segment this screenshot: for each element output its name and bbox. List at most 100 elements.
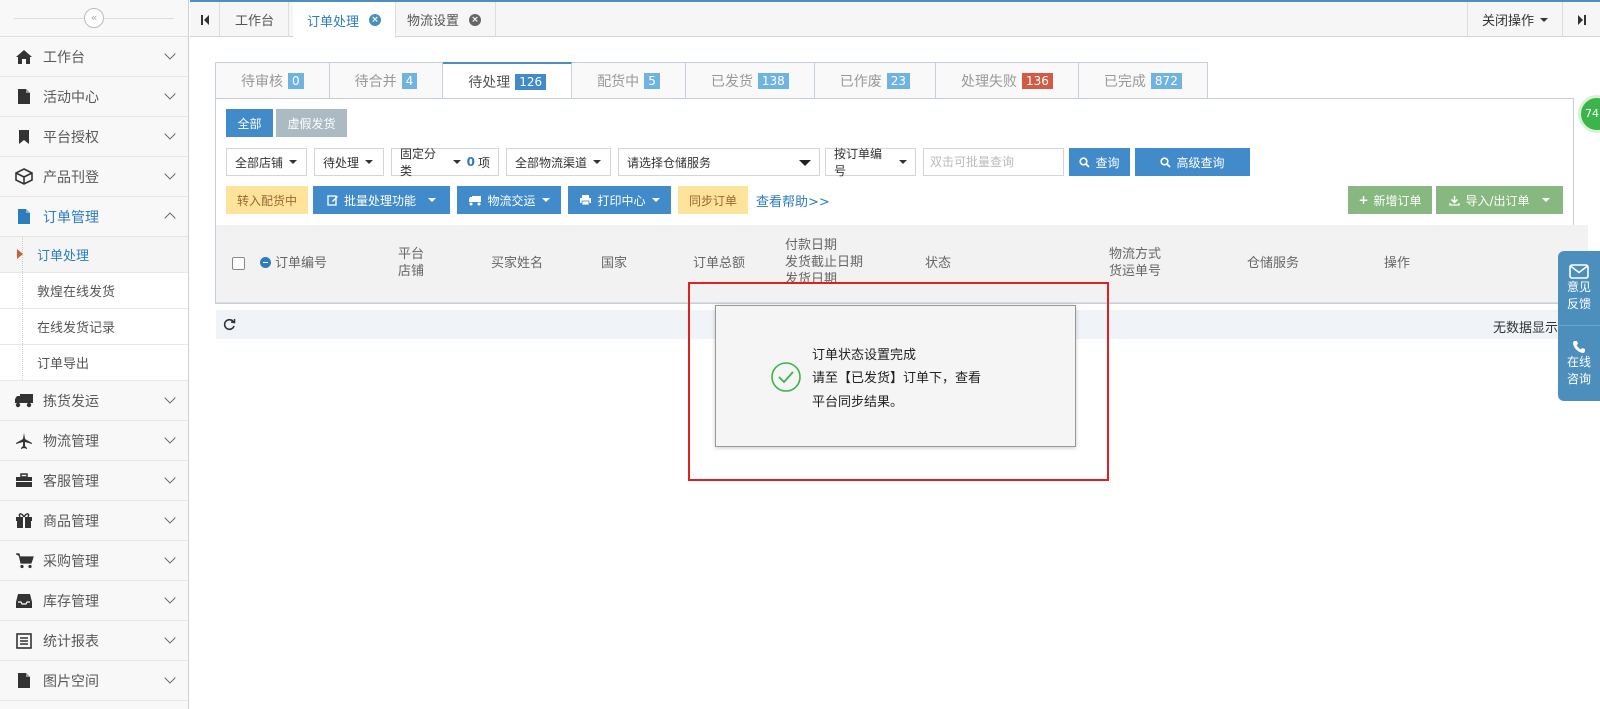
sidebar-item-label: 图片空间	[43, 673, 99, 690]
status-tab-picking[interactable]: 配货中 5	[572, 62, 686, 99]
online-consult-button[interactable]: 在线 咨询	[1558, 326, 1600, 401]
filter-all-button[interactable]: 全部	[226, 109, 273, 137]
sidebar-item-image-space[interactable]: 图片空间	[0, 661, 188, 701]
logistics-channel-select[interactable]: 全部物流渠道	[506, 148, 611, 176]
status-tab-pending-merge[interactable]: 待合并 4	[329, 62, 444, 99]
caret-down-icon	[651, 198, 660, 202]
query-button[interactable]: 查询	[1069, 148, 1130, 176]
sidebar-item-reports[interactable]: 统计报表	[0, 621, 188, 661]
advanced-query-button[interactable]: 高级查询	[1135, 148, 1250, 176]
chevron-down-icon	[164, 128, 176, 140]
order-search-input[interactable]	[923, 148, 1064, 176]
header-label: 物流方式	[1109, 247, 1162, 262]
top-tab-bar: 工作台 订单处理 × 物流设置 × 关闭操作	[190, 0, 1600, 38]
sidebar-subitem-order-export[interactable]: 订单导出	[0, 345, 188, 381]
category-select[interactable]: 固定分类 0 项	[391, 147, 499, 178]
sidebar-item-logistics[interactable]: 物流管理	[0, 421, 188, 461]
chevron-down-icon	[164, 48, 176, 60]
sidebar-item-inventory[interactable]: 库存管理	[0, 581, 188, 621]
refresh-icon[interactable]	[223, 318, 236, 331]
print-label: 打印中心	[597, 193, 646, 208]
status-tab-label: 待处理	[468, 74, 511, 91]
column-operations: 操作	[1384, 256, 1411, 271]
column-logistics: 物流方式 货运单号	[1109, 246, 1161, 280]
print-center-button[interactable]: 打印中心	[568, 186, 671, 214]
advanced-query-label: 高级查询	[1176, 155, 1225, 170]
new-order-button[interactable]: + 新增订单	[1348, 186, 1432, 214]
sidebar-item-label: 产品刊登	[43, 169, 99, 186]
cube-icon	[14, 168, 34, 186]
online-badge[interactable]: 74	[1578, 95, 1600, 133]
status-tab-label: 已作废	[839, 73, 882, 90]
status-tab-shipped[interactable]: 已发货 138	[685, 62, 815, 99]
sidebar-item-label: 商品管理	[43, 513, 99, 530]
cart-icon	[14, 552, 34, 570]
collapse-sidebar-button[interactable]: «	[84, 8, 104, 28]
sidebar-item-purchasing[interactable]: 采购管理	[0, 541, 188, 581]
feedback-button[interactable]: 意见 反馈	[1558, 251, 1600, 326]
shop-select[interactable]: 全部店铺	[226, 148, 307, 176]
sync-orders-button[interactable]: 同步订单	[678, 186, 748, 214]
order-number-type-select[interactable]: 按订单编号	[825, 147, 916, 178]
order-no-select-value: 按订单编号	[834, 147, 883, 178]
tab-logistics-settings[interactable]: 物流设置 ×	[393, 2, 497, 37]
sidebar-item-order-management[interactable]: 订单管理	[0, 197, 188, 237]
tab-order-processing[interactable]: 订单处理 ×	[293, 2, 397, 38]
sidebar-item-product-listing[interactable]: 产品刊登	[0, 157, 188, 197]
status-tab-to-process[interactable]: 待处理 126	[443, 62, 573, 100]
sidebar-subitem-shipping-records[interactable]: 在线发货记录	[0, 309, 188, 345]
column-warehouse-service: 仓储服务	[1247, 256, 1300, 271]
count-badge: 138	[757, 72, 789, 89]
sidebar-item-activity[interactable]: 活动中心	[0, 77, 188, 117]
sidebar-item-label: 采购管理	[43, 553, 99, 570]
sidebar-item-goods[interactable]: 商品管理	[0, 501, 188, 541]
warehouse-select-value: 请选择仓储服务	[627, 155, 712, 170]
status-tab-pending-review[interactable]: 待审核 0	[215, 62, 330, 99]
import-export-orders-button[interactable]: 导入/出订单	[1436, 186, 1563, 214]
filter-virtual-shipping-button[interactable]: 虚假发货	[276, 109, 347, 137]
caret-down-icon	[899, 160, 907, 164]
sidebar-subitem-dhgate-shipping[interactable]: 敦煌在线发货	[0, 273, 188, 309]
mail-icon	[1569, 263, 1589, 279]
list-icon	[14, 632, 34, 650]
scroll-last-tab-button[interactable]	[1562, 2, 1600, 37]
sidebar-item-workbench[interactable]: 工作台	[0, 37, 188, 77]
count-badge: 126	[515, 73, 547, 90]
sidebar-subitem-order-processing[interactable]: 订单处理	[0, 237, 188, 273]
file-icon	[14, 88, 34, 106]
plane-icon	[14, 432, 34, 450]
collapse-all-icon[interactable]	[260, 257, 271, 268]
status-tab-label: 已发货	[710, 73, 753, 90]
sidebar-item-platform-auth[interactable]: 平台授权	[0, 117, 188, 157]
search-icon	[1079, 156, 1091, 168]
status-select[interactable]: 待处理	[314, 148, 384, 176]
header-label: 平台	[398, 247, 425, 262]
plus-icon: +	[1358, 193, 1369, 207]
logistics-handover-button[interactable]: 物流交运	[457, 186, 561, 214]
sidebar-item-customer-service[interactable]: 客服管理	[0, 461, 188, 501]
print-icon	[580, 195, 592, 206]
chevron-down-icon	[164, 512, 176, 524]
batch-processing-button[interactable]: 批量处理功能	[313, 186, 450, 214]
order-status-tabs: 待审核 0 待合并 4 待处理 126 配货中 5 已发货 138 已作废 23 处理失败 1…	[215, 62, 1208, 100]
phone-icon	[1573, 340, 1585, 353]
warehouse-service-select[interactable]: 请选择仓储服务	[618, 148, 820, 176]
select-all-checkbox[interactable]	[232, 257, 245, 270]
close-tab-icon[interactable]: ×	[469, 13, 482, 26]
column-order-no[interactable]: 订单编号	[260, 255, 327, 272]
status-tab-voided[interactable]: 已作废 23	[814, 62, 937, 99]
search-icon	[1160, 156, 1172, 168]
status-tab-failed[interactable]: 处理失败 136	[936, 62, 1079, 99]
close-tab-icon[interactable]: ×	[369, 14, 382, 26]
view-help-link[interactable]: 查看帮助>>	[756, 191, 830, 210]
move-to-picking-button[interactable]: 转入配货中	[226, 186, 308, 214]
category-select-value: 固定分类	[400, 147, 437, 178]
sidebar-item-picking-shipping[interactable]: 拣货发运	[0, 381, 188, 421]
column-status: 状态	[925, 256, 952, 271]
tab-workbench[interactable]: 工作台	[221, 2, 290, 37]
header-label: 发货截止日期	[785, 255, 864, 270]
status-tab-completed[interactable]: 已完成 872	[1078, 62, 1208, 99]
scroll-first-tab-button[interactable]	[190, 2, 220, 37]
count-badge: 4	[401, 72, 418, 89]
close-operations-dropdown[interactable]: 关闭操作	[1466, 2, 1562, 37]
